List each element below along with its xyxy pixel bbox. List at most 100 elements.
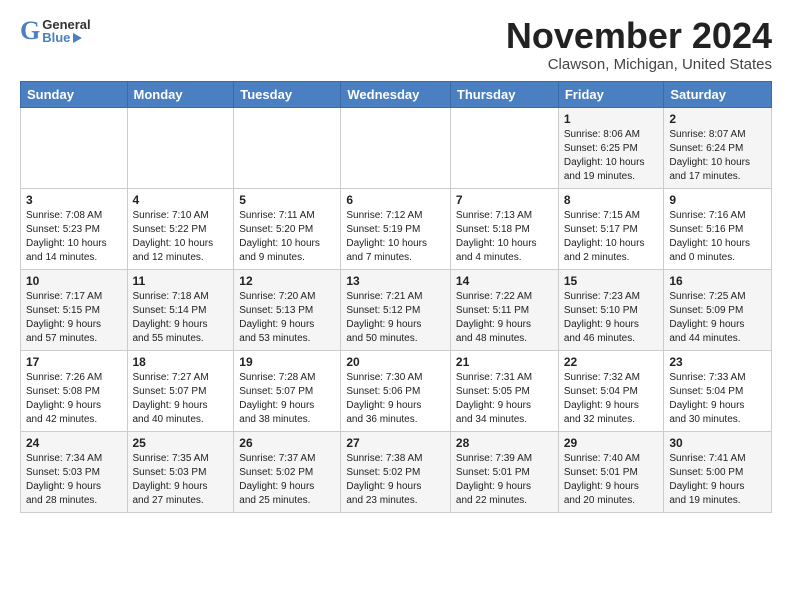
day-info: Sunrise: 7:16 AM Sunset: 5:16 PM Dayligh… [669, 209, 766, 265]
day-info: Sunrise: 7:31 AM Sunset: 5:05 PM Dayligh… [456, 371, 553, 427]
calendar-cell: 17 Sunrise: 7:26 AM Sunset: 5:08 PM Dayli… [21, 350, 128, 431]
day-info: Sunrise: 7:28 AM Sunset: 5:07 PM Dayligh… [239, 371, 335, 427]
calendar-cell: 21Sunrise: 7:31 AM Sunset: 5:05 PM Dayli… [450, 350, 558, 431]
calendar-cell: 1 Sunrise: 8:06 AM Sunset: 6:25 PM Daylig… [558, 107, 664, 188]
day-info: Sunrise: 7:21 AM Sunset: 5:12 PM Dayligh… [346, 290, 445, 346]
day-info: Sunrise: 7:41 AM Sunset: 5:00 PM Dayligh… [669, 452, 766, 508]
calendar-cell: 18 Sunrise: 7:27 AM Sunset: 5:07 PM Dayli… [127, 350, 234, 431]
day-info: Sunrise: 7:23 AM Sunset: 5:10 PM Dayligh… [564, 290, 659, 346]
day-info: Sunrise: 7:13 AM Sunset: 5:18 PM Dayligh… [456, 209, 553, 265]
day-number: 26 [239, 436, 335, 450]
day-number: 8 [564, 193, 659, 207]
calendar-cell: 9Sunrise: 7:16 AM Sunset: 5:16 PM Daylig… [664, 188, 772, 269]
calendar-header-monday: Monday [127, 81, 234, 107]
calendar-header-tuesday: Tuesday [234, 81, 341, 107]
day-info: Sunrise: 7:35 AM Sunset: 5:03 PM Dayligh… [133, 452, 229, 508]
calendar-cell: 8 Sunrise: 7:15 AM Sunset: 5:17 PM Daylig… [558, 188, 664, 269]
day-number: 14 [456, 274, 553, 288]
day-number: 18 [133, 355, 229, 369]
calendar-week-3: 10 Sunrise: 7:17 AM Sunset: 5:15 PM Dayli… [21, 269, 772, 350]
day-info: Sunrise: 7:34 AM Sunset: 5:03 PM Dayligh… [26, 452, 122, 508]
day-info: Sunrise: 7:11 AM Sunset: 5:20 PM Dayligh… [239, 209, 335, 265]
location-title: Clawson, Michigan, United States [506, 56, 772, 73]
day-number: 15 [564, 274, 659, 288]
header: G General Blue November 2024 Clawson, Mi… [20, 16, 772, 73]
day-info: Sunrise: 7:39 AM Sunset: 5:01 PM Dayligh… [456, 452, 553, 508]
day-info: Sunrise: 7:15 AM Sunset: 5:17 PM Dayligh… [564, 209, 659, 265]
calendar-cell: 27 Sunrise: 7:38 AM Sunset: 5:02 PM Dayli… [341, 431, 451, 512]
calendar-cell: 4 Sunrise: 7:10 AM Sunset: 5:22 PM Daylig… [127, 188, 234, 269]
logo-blue: Blue [42, 31, 70, 44]
day-number: 6 [346, 193, 445, 207]
calendar-cell [21, 107, 128, 188]
day-info: Sunrise: 7:08 AM Sunset: 5:23 PM Dayligh… [26, 209, 122, 265]
calendar-cell: 26 Sunrise: 7:37 AM Sunset: 5:02 PM Dayli… [234, 431, 341, 512]
day-info: Sunrise: 7:30 AM Sunset: 5:06 PM Dayligh… [346, 371, 445, 427]
day-info: Sunrise: 7:17 AM Sunset: 5:15 PM Dayligh… [26, 290, 122, 346]
day-info: Sunrise: 7:38 AM Sunset: 5:02 PM Dayligh… [346, 452, 445, 508]
calendar-cell: 29 Sunrise: 7:40 AM Sunset: 5:01 PM Dayli… [558, 431, 664, 512]
day-info: Sunrise: 7:26 AM Sunset: 5:08 PM Dayligh… [26, 371, 122, 427]
day-number: 13 [346, 274, 445, 288]
day-number: 29 [564, 436, 659, 450]
page: G General Blue November 2024 Clawson, Mi… [0, 0, 792, 529]
calendar-header-friday: Friday [558, 81, 664, 107]
day-info: Sunrise: 7:25 AM Sunset: 5:09 PM Dayligh… [669, 290, 766, 346]
day-info: Sunrise: 7:20 AM Sunset: 5:13 PM Dayligh… [239, 290, 335, 346]
calendar-cell: 16Sunrise: 7:25 AM Sunset: 5:09 PM Dayli… [664, 269, 772, 350]
logo: G General Blue [20, 16, 91, 46]
calendar-cell: 25Sunrise: 7:35 AM Sunset: 5:03 PM Dayli… [127, 431, 234, 512]
day-number: 23 [669, 355, 766, 369]
calendar-cell [450, 107, 558, 188]
day-number: 20 [346, 355, 445, 369]
calendar-cell: 22 Sunrise: 7:32 AM Sunset: 5:04 PM Dayli… [558, 350, 664, 431]
day-number: 5 [239, 193, 335, 207]
calendar-table: SundayMondayTuesdayWednesdayThursdayFrid… [20, 81, 772, 513]
calendar-week-1: 1 Sunrise: 8:06 AM Sunset: 6:25 PM Daylig… [21, 107, 772, 188]
calendar-cell: 20 Sunrise: 7:30 AM Sunset: 5:06 PM Dayli… [341, 350, 451, 431]
day-number: 1 [564, 112, 659, 126]
calendar-header-saturday: Saturday [664, 81, 772, 107]
calendar-cell [127, 107, 234, 188]
title-area: November 2024 Clawson, Michigan, United … [506, 16, 772, 73]
calendar-cell: 6 Sunrise: 7:12 AM Sunset: 5:19 PM Daylig… [341, 188, 451, 269]
day-info: Sunrise: 8:07 AM Sunset: 6:24 PM Dayligh… [669, 128, 766, 184]
day-info: Sunrise: 7:22 AM Sunset: 5:11 PM Dayligh… [456, 290, 553, 346]
month-title: November 2024 [506, 16, 772, 56]
day-number: 17 [26, 355, 122, 369]
day-number: 4 [133, 193, 229, 207]
calendar-header-sunday: Sunday [21, 81, 128, 107]
calendar-header-row: SundayMondayTuesdayWednesdayThursdayFrid… [21, 81, 772, 107]
calendar-cell: 19 Sunrise: 7:28 AM Sunset: 5:07 PM Dayli… [234, 350, 341, 431]
day-info: Sunrise: 7:33 AM Sunset: 5:04 PM Dayligh… [669, 371, 766, 427]
day-number: 12 [239, 274, 335, 288]
calendar-cell: 15 Sunrise: 7:23 AM Sunset: 5:10 PM Dayli… [558, 269, 664, 350]
day-number: 22 [564, 355, 659, 369]
day-number: 11 [133, 274, 229, 288]
logo-blue-line: Blue [42, 31, 90, 44]
calendar-cell: 5 Sunrise: 7:11 AM Sunset: 5:20 PM Daylig… [234, 188, 341, 269]
day-number: 27 [346, 436, 445, 450]
day-info: Sunrise: 7:10 AM Sunset: 5:22 PM Dayligh… [133, 209, 229, 265]
day-number: 19 [239, 355, 335, 369]
calendar-cell [341, 107, 451, 188]
day-info: Sunrise: 7:37 AM Sunset: 5:02 PM Dayligh… [239, 452, 335, 508]
calendar-cell: 7Sunrise: 7:13 AM Sunset: 5:18 PM Daylig… [450, 188, 558, 269]
calendar-header-wednesday: Wednesday [341, 81, 451, 107]
day-info: Sunrise: 7:27 AM Sunset: 5:07 PM Dayligh… [133, 371, 229, 427]
calendar-cell: 12 Sunrise: 7:20 AM Sunset: 5:13 PM Dayli… [234, 269, 341, 350]
day-info: Sunrise: 7:12 AM Sunset: 5:19 PM Dayligh… [346, 209, 445, 265]
day-number: 30 [669, 436, 766, 450]
day-info: Sunrise: 7:40 AM Sunset: 5:01 PM Dayligh… [564, 452, 659, 508]
logo-g-letter: G [20, 16, 40, 46]
day-info: Sunrise: 7:32 AM Sunset: 5:04 PM Dayligh… [564, 371, 659, 427]
calendar-week-2: 3Sunrise: 7:08 AM Sunset: 5:23 PM Daylig… [21, 188, 772, 269]
day-number: 24 [26, 436, 122, 450]
day-info: Sunrise: 8:06 AM Sunset: 6:25 PM Dayligh… [564, 128, 659, 184]
logo-triangle-icon [73, 33, 82, 43]
calendar-cell: 30 Sunrise: 7:41 AM Sunset: 5:00 PM Dayli… [664, 431, 772, 512]
calendar-cell: 24 Sunrise: 7:34 AM Sunset: 5:03 PM Dayli… [21, 431, 128, 512]
calendar-header-thursday: Thursday [450, 81, 558, 107]
calendar-week-5: 24 Sunrise: 7:34 AM Sunset: 5:03 PM Dayli… [21, 431, 772, 512]
day-number: 10 [26, 274, 122, 288]
